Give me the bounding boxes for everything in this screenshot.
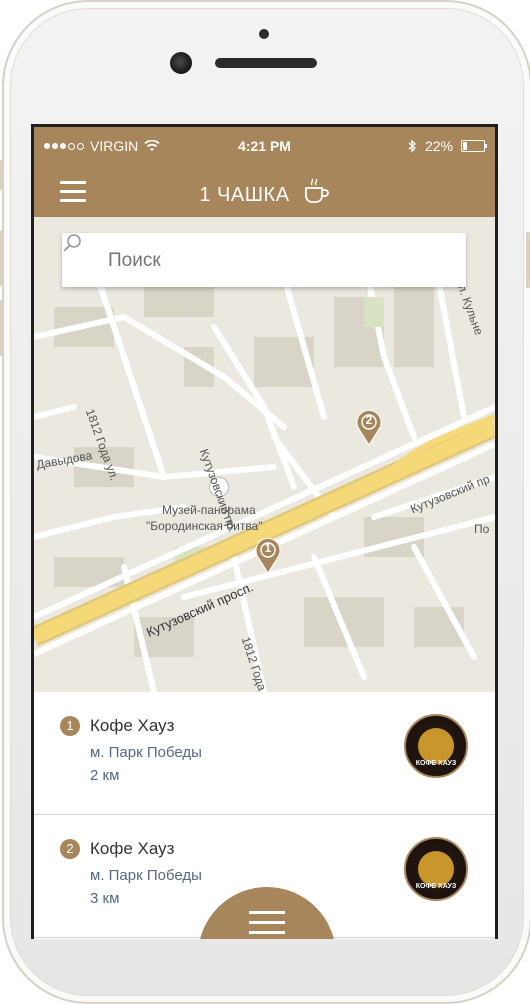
map-label-po: По [474,522,490,536]
phone-volume-up-button [0,230,4,286]
cafe-name: Кофе Хауз [90,839,175,858]
battery-fill [463,142,467,150]
map-pin-1[interactable]: 1 [255,538,281,574]
status-right-group: 22% [408,138,487,154]
list-item[interactable]: 1 Кофе Хауз м. Парк Победы 2 км КОФЕ ХАУ… [34,692,495,815]
status-bar: VIRGIN 4:21 PM 22% [34,127,495,165]
cafe-number-badge: 1 [60,716,80,736]
coffee-cup-logo-icon [418,851,454,887]
page-title-group: 1 ЧАШКА [34,178,495,207]
front-camera [170,52,192,74]
battery-icon [461,140,487,152]
battery-percent: 22% [424,138,453,154]
phone-volume-down-button [0,300,4,356]
map-pin-2[interactable]: 2 [356,410,382,446]
proximity-sensor [259,29,269,39]
app-screen: VIRGIN 4:21 PM 22% 1 ЧАШКА Музей-панорам… [31,124,498,939]
map-label-museum-line2: "Бородинская битва" [146,519,263,533]
logo-text: КОФЕ ХАУЗ [415,760,457,767]
map-label-museum-line1: Музей-панорама [162,503,256,517]
coffee-cup-icon [304,178,329,203]
cafe-name: Кофе Хауз [90,716,175,735]
bluetooth-icon [408,139,416,153]
cafe-logo: КОФЕ ХАУЗ [404,714,468,778]
hamburger-icon [249,911,285,939]
cafe-number-badge: 2 [60,839,80,859]
map-view[interactable]: Музей-панорама "Бородинская битва" Кутуз… [34,217,495,692]
map-pin-2-number: 2 [365,413,373,427]
cafe-distance: 2 км [90,767,120,784]
search-icon [63,234,81,252]
navigation-bar: 1 ЧАШКА [34,165,495,217]
search-input[interactable] [106,247,450,275]
map-pin-1-number: 1 [264,541,272,555]
cafe-metro: м. Парк Победы [90,867,202,884]
cafe-distance: 3 км [90,890,120,907]
phone-side-button [0,160,4,190]
earpiece-speaker [215,58,317,68]
cafe-metro: м. Парк Победы [90,744,202,761]
phone-power-button [526,232,530,288]
cafe-logo: КОФЕ ХАУЗ [404,837,468,901]
page-title: 1 ЧАШКА [199,184,290,206]
search-bar [62,233,466,287]
logo-text: КОФЕ ХАУЗ [415,883,457,890]
coffee-cup-logo-icon [418,728,454,764]
